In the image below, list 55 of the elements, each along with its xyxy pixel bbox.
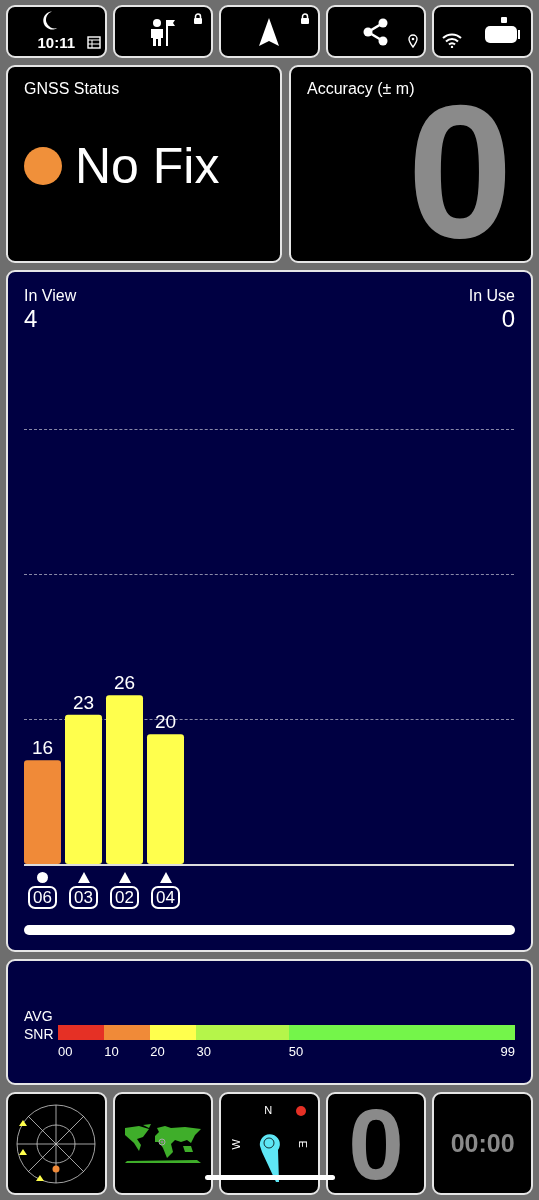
location-pin-icon — [408, 34, 419, 48]
snr-tick-label: 00 — [58, 1043, 73, 1061]
world-map-tile[interactable] — [112, 1092, 214, 1195]
navigation-arrow-icon — [258, 17, 281, 46]
snr-tick-label: 50 — [288, 1043, 304, 1061]
snr-tick-label: 99 — [500, 1043, 515, 1061]
share-tile[interactable] — [325, 5, 427, 58]
snr-value: 26 — [113, 672, 136, 694]
share-icon — [363, 17, 390, 46]
snr-value: 23 — [72, 691, 95, 713]
device-icon — [484, 17, 521, 45]
calendar-icon — [86, 36, 101, 49]
compass-north: N — [264, 1103, 273, 1118]
triangle-marker-icon — [77, 872, 90, 883]
compass-west: W — [229, 1139, 244, 1150]
satellite-id: 04 — [151, 886, 180, 909]
snr-label: SNR — [24, 1025, 55, 1043]
marker-dot-icon — [296, 1106, 307, 1116]
satellite-id: 03 — [69, 886, 98, 909]
snr-value: 20 — [154, 711, 177, 733]
timer-tile[interactable]: 00:00 — [432, 1092, 533, 1195]
compass-tile[interactable]: N W E — [219, 1092, 320, 1195]
clock-tile[interactable]: 10:11 — [6, 5, 107, 58]
satellite-id: 02 — [110, 886, 139, 909]
fix-status: No Fix — [75, 141, 220, 191]
satellite-id: 06 — [28, 886, 57, 909]
speed-value: 0 — [348, 1095, 404, 1192]
in-view-label: In View — [24, 286, 77, 306]
in-use-label: In Use — [468, 286, 515, 306]
sky-plot-tile[interactable] — [6, 1092, 107, 1195]
wifi-icon — [442, 33, 463, 48]
lock-icon — [299, 13, 310, 24]
triangle-marker-icon — [159, 872, 172, 883]
speed-tile[interactable]: 0 — [325, 1092, 427, 1195]
snr-tick-label: 10 — [104, 1043, 119, 1061]
compass-east: E — [296, 1140, 311, 1148]
in-use-count: 0 — [501, 306, 515, 332]
person-flag-icon — [149, 17, 176, 46]
circle-marker-icon — [37, 872, 48, 883]
card-title: Accuracy (± m) — [307, 79, 415, 99]
card-title: GNSS Status — [24, 79, 121, 99]
triangle-marker-icon — [118, 872, 131, 883]
avg-label: AVG — [24, 1007, 54, 1025]
moon-icon — [40, 10, 58, 31]
in-view-count: 4 — [24, 306, 39, 332]
snr-tick-label: 30 — [196, 1043, 211, 1061]
lock-icon — [193, 13, 204, 24]
scrollbar[interactable] — [24, 925, 515, 935]
timer-value: 00:00 — [450, 1127, 515, 1159]
snr-tick-label: 20 — [150, 1043, 165, 1061]
clock-time: 10:11 — [37, 34, 76, 51]
snr-value: 16 — [31, 737, 54, 759]
navigation-tile[interactable] — [219, 5, 320, 58]
waypoint-tile[interactable] — [112, 5, 214, 58]
connection-tile[interactable] — [432, 5, 533, 58]
